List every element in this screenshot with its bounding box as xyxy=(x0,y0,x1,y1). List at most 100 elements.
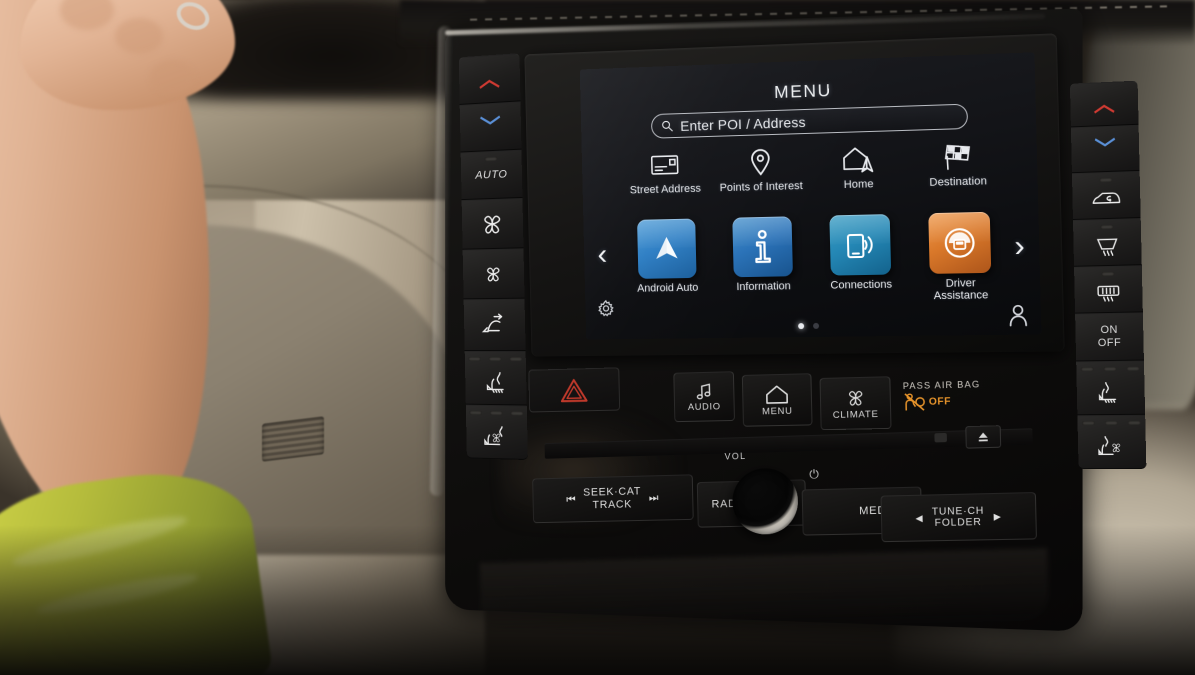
quick-action-label: Destination xyxy=(929,175,988,189)
climate-button[interactable]: CLIMATE xyxy=(819,376,892,431)
chevron-down-icon: ﹀ xyxy=(1094,137,1116,161)
temp-down-driver-button[interactable]: ﹀ xyxy=(459,101,522,153)
infotainment-display[interactable]: MENU Enter POI / Address Street Address … xyxy=(579,52,1042,340)
driver-assistance-tile-bg xyxy=(928,211,992,274)
front-defroster-button[interactable] xyxy=(1072,218,1142,267)
hazard-lights-button[interactable] xyxy=(528,367,621,413)
indicator-led xyxy=(1104,420,1118,426)
tile-information[interactable]: Information xyxy=(721,216,806,294)
checkered-flag-icon xyxy=(908,137,1007,175)
quick-action-street-address[interactable]: Street Address xyxy=(618,146,712,197)
airflow-mode-button[interactable] xyxy=(463,298,526,352)
quick-action-label: Street Address xyxy=(629,182,702,197)
quick-actions-row: Street Address Points of Interest Home D… xyxy=(618,137,1008,219)
tune-line1: TUNE·CH xyxy=(931,505,985,518)
indicator-led xyxy=(484,156,498,162)
infotainment-scene: MENU Enter POI / Address Street Address … xyxy=(0,0,1195,675)
temp-up-driver-button[interactable]: ︿ xyxy=(458,53,521,105)
skip-forward-icon[interactable]: ⏭ xyxy=(649,491,659,504)
information-tile-bg xyxy=(732,216,793,278)
android-auto-tile-bg xyxy=(637,218,697,279)
passenger-seat-heater-button[interactable] xyxy=(1076,360,1146,416)
quick-action-destination[interactable]: Destination xyxy=(908,137,1008,189)
indicator-led xyxy=(468,356,481,361)
chevron-up-icon: ︿ xyxy=(1093,92,1115,117)
airbag-status: OFF xyxy=(928,395,952,408)
front-defrost-icon xyxy=(1093,234,1121,256)
indicator-led xyxy=(469,410,482,415)
slot-sensor xyxy=(934,432,947,443)
home-icon xyxy=(765,383,789,405)
tile-connections[interactable]: Connections xyxy=(817,214,903,292)
driver-seat-ventilation-button[interactable] xyxy=(465,404,528,461)
chevron-left-icon[interactable]: ‹ xyxy=(597,238,607,271)
tune-label: TUNE·CH FOLDER xyxy=(932,505,985,530)
indicator-led xyxy=(488,357,502,362)
climate-power-label: ON OFF xyxy=(1097,324,1122,350)
settings-button[interactable] xyxy=(597,299,616,318)
indicator-led xyxy=(509,357,523,362)
search-input[interactable]: Enter POI / Address xyxy=(650,103,969,139)
page-dot-1[interactable] xyxy=(798,323,805,330)
gear-icon xyxy=(597,299,616,318)
information-icon xyxy=(749,229,776,265)
tile-android-auto[interactable]: Android Auto xyxy=(625,218,708,295)
heated-seat-icon xyxy=(1096,381,1116,403)
audio-button[interactable]: AUDIO xyxy=(673,371,735,423)
tune-folder-button[interactable]: ◀ TUNE·CH FOLDER ▶ xyxy=(880,492,1037,543)
fan-icon xyxy=(844,386,866,408)
skip-back-icon[interactable]: ⏮ xyxy=(566,494,576,507)
seek-line2: TRACK xyxy=(592,498,633,512)
indicator-led xyxy=(1126,366,1140,371)
hard-button-row: AUDIO MENU CLIMATE PASS AIR BAG OFF xyxy=(528,361,1047,435)
rear-defroster-button[interactable] xyxy=(1074,265,1143,314)
hand-knuckle xyxy=(150,60,194,94)
passenger-airbag-off-icon xyxy=(903,392,926,413)
hand-knuckle xyxy=(115,18,163,54)
climate-power-button[interactable]: ON OFF xyxy=(1075,312,1144,362)
radio-control-row: VOL ⏻ ⏮ SEEK·CAT TRACK ⏭ RADIO MEDIA ◀ T… xyxy=(528,425,1048,553)
ventilated-seat-icon xyxy=(1098,435,1126,458)
fan-speed-down-button[interactable] xyxy=(462,248,525,300)
fan-icon xyxy=(485,215,500,234)
indicator-led xyxy=(1100,224,1114,230)
eject-icon xyxy=(977,431,990,444)
menu-button[interactable]: MENU xyxy=(741,373,813,427)
quick-action-label: Home xyxy=(843,178,874,192)
home-navigation-icon xyxy=(810,140,907,178)
tile-label: Driver Assistance xyxy=(933,277,989,303)
temp-up-passenger-button[interactable]: ︿ xyxy=(1069,80,1139,128)
search-icon xyxy=(661,119,674,132)
airflow-seat-icon xyxy=(479,312,509,338)
auto-climate-button[interactable]: AUTO xyxy=(460,149,523,201)
triangle-right-icon[interactable]: ▶ xyxy=(994,511,1001,522)
right-climate-button-column: ︿ ﹀ ON OFF xyxy=(1069,80,1147,470)
connections-tile-bg xyxy=(829,214,892,276)
fan-speed-up-button[interactable] xyxy=(461,197,524,250)
left-climate-button-column: ︿ ﹀ AUTO xyxy=(458,53,528,461)
tune-line2: FOLDER xyxy=(934,516,982,529)
quick-action-points-of-interest[interactable]: Points of Interest xyxy=(713,143,809,194)
quick-action-label: Points of Interest xyxy=(719,180,804,195)
passenger-seat-ventilation-button[interactable] xyxy=(1077,414,1147,470)
tile-label: Information xyxy=(736,280,791,294)
heated-seat-icon xyxy=(487,370,510,394)
chevron-right-icon[interactable]: › xyxy=(1014,229,1025,263)
fan-small-icon xyxy=(487,267,499,282)
seek-track-button[interactable]: ⏮ SEEK·CAT TRACK ⏭ xyxy=(532,474,694,524)
triangle-left-icon[interactable]: ◀ xyxy=(915,512,922,523)
tile-driver-assistance[interactable]: Driver Assistance xyxy=(916,211,1004,303)
chevron-down-icon: ﹀ xyxy=(479,115,501,140)
console-lower-ledge xyxy=(479,548,1049,632)
passenger-airbag-indicator: PASS AIR BAG OFF xyxy=(903,378,1028,412)
indicator-led xyxy=(1103,366,1117,372)
climate-label: CLIMATE xyxy=(832,408,879,421)
quick-action-home[interactable]: Home xyxy=(810,140,908,192)
power-icon[interactable]: ⏻ xyxy=(809,467,819,482)
android-auto-icon xyxy=(655,236,678,259)
driver-seat-heater-button[interactable] xyxy=(464,350,527,406)
temp-down-passenger-button[interactable]: ﹀ xyxy=(1070,124,1140,174)
page-dot-2[interactable] xyxy=(812,322,820,329)
eject-button[interactable] xyxy=(965,425,1002,449)
air-recirculation-button[interactable] xyxy=(1071,170,1141,220)
